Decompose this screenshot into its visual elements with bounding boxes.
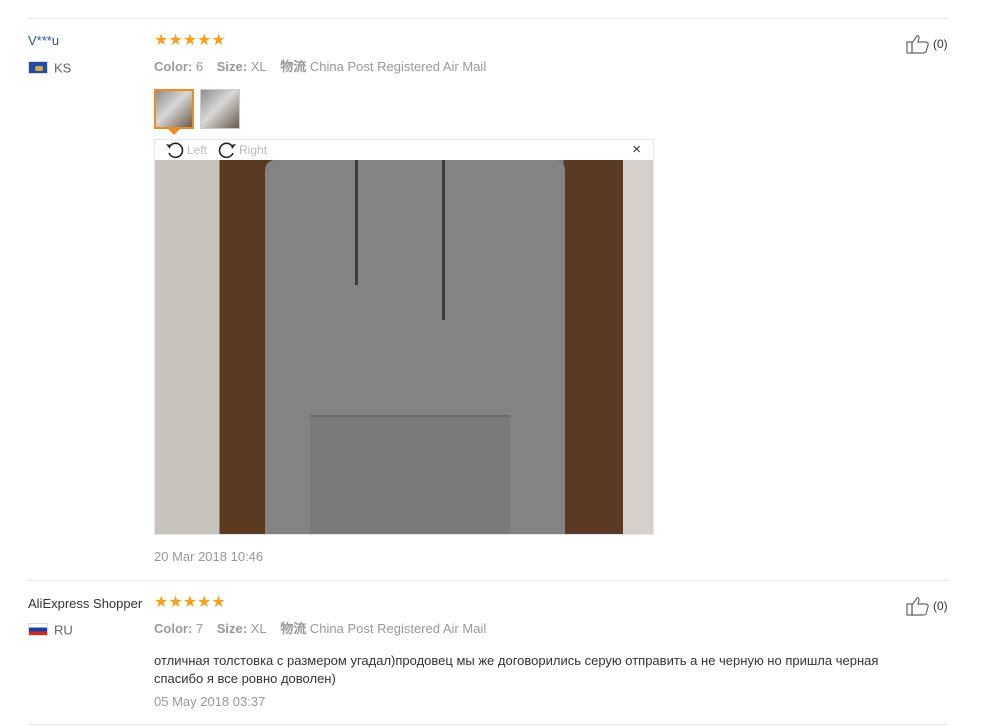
- close-icon[interactable]: ×: [632, 141, 641, 158]
- star-rating: ★★★★★: [154, 32, 226, 49]
- color-value: 6: [195, 59, 204, 74]
- review-date: 20 Mar 2018 10:46: [154, 549, 264, 564]
- review-text-line: спасибо я все ровно доволен): [154, 671, 336, 686]
- rotate-right-button[interactable]: Right: [217, 141, 267, 159]
- color-value: 7: [195, 621, 204, 636]
- rotate-right-label: Right: [239, 143, 268, 157]
- star-rating: ★★★★★: [154, 594, 226, 611]
- order-info: Color: 7 Size: XL 物流 China Post Register…: [154, 618, 486, 637]
- thumbs-up-icon: [906, 35, 929, 54]
- viewer-toolbar: Left Right ×: [155, 140, 653, 160]
- photo-thumbnail[interactable]: [154, 89, 194, 129]
- country-code: KS: [54, 60, 72, 76]
- color-label: Color:: [154, 621, 193, 636]
- photo-detail: [310, 415, 510, 534]
- review-date: 05 May 2018 03:37: [154, 694, 266, 709]
- active-thumb-caret: [168, 129, 180, 135]
- flag-ks-icon: [28, 61, 48, 75]
- photo-detail: [355, 160, 358, 285]
- divider: [28, 18, 948, 19]
- like-count: (0): [933, 599, 948, 613]
- like-count: (0): [933, 37, 948, 51]
- rotate-left-button[interactable]: Left: [165, 141, 207, 159]
- size-value: XL: [250, 59, 267, 74]
- photo-thumbnail[interactable]: [200, 89, 240, 129]
- photo-thumbnails: [154, 89, 240, 129]
- like-button[interactable]: (0): [906, 34, 948, 54]
- flag-ru-icon: [28, 623, 48, 637]
- rotate-left-icon: [166, 142, 184, 159]
- review-text-line: отличная толстовка с размером угадал)про…: [154, 653, 879, 668]
- rotate-left-label: Left: [187, 143, 208, 157]
- reviewer-country: KS: [28, 59, 71, 77]
- shipping-label: 物流: [280, 621, 307, 636]
- order-info: Color: 6 Size: XL 物流 China Post Register…: [154, 56, 486, 75]
- size-label: Size:: [216, 621, 248, 636]
- shipping-value: China Post Registered Air Mail: [309, 59, 487, 74]
- country-code: RU: [54, 622, 73, 638]
- review-text: отличная толстовка с размером угадал)про…: [154, 652, 934, 688]
- divider: [28, 724, 948, 725]
- divider: [28, 580, 948, 581]
- photo-detail: [442, 160, 445, 320]
- reviewer-name[interactable]: AliExpress Shopper: [28, 596, 142, 611]
- reviewer-name[interactable]: V***u: [28, 33, 59, 48]
- review-photo: [155, 160, 653, 534]
- shipping-label: 物流: [280, 59, 307, 74]
- rotate-right-icon: [218, 142, 237, 159]
- color-label: Color:: [154, 59, 193, 74]
- thumbs-up-icon: [906, 597, 929, 616]
- reviewer-country: RU: [28, 621, 73, 639]
- like-button[interactable]: (0): [906, 596, 948, 616]
- shipping-value: China Post Registered Air Mail: [309, 621, 487, 636]
- photo-viewer: Left Right ×: [154, 139, 654, 535]
- size-label: Size:: [216, 59, 248, 74]
- size-value: XL: [250, 621, 267, 636]
